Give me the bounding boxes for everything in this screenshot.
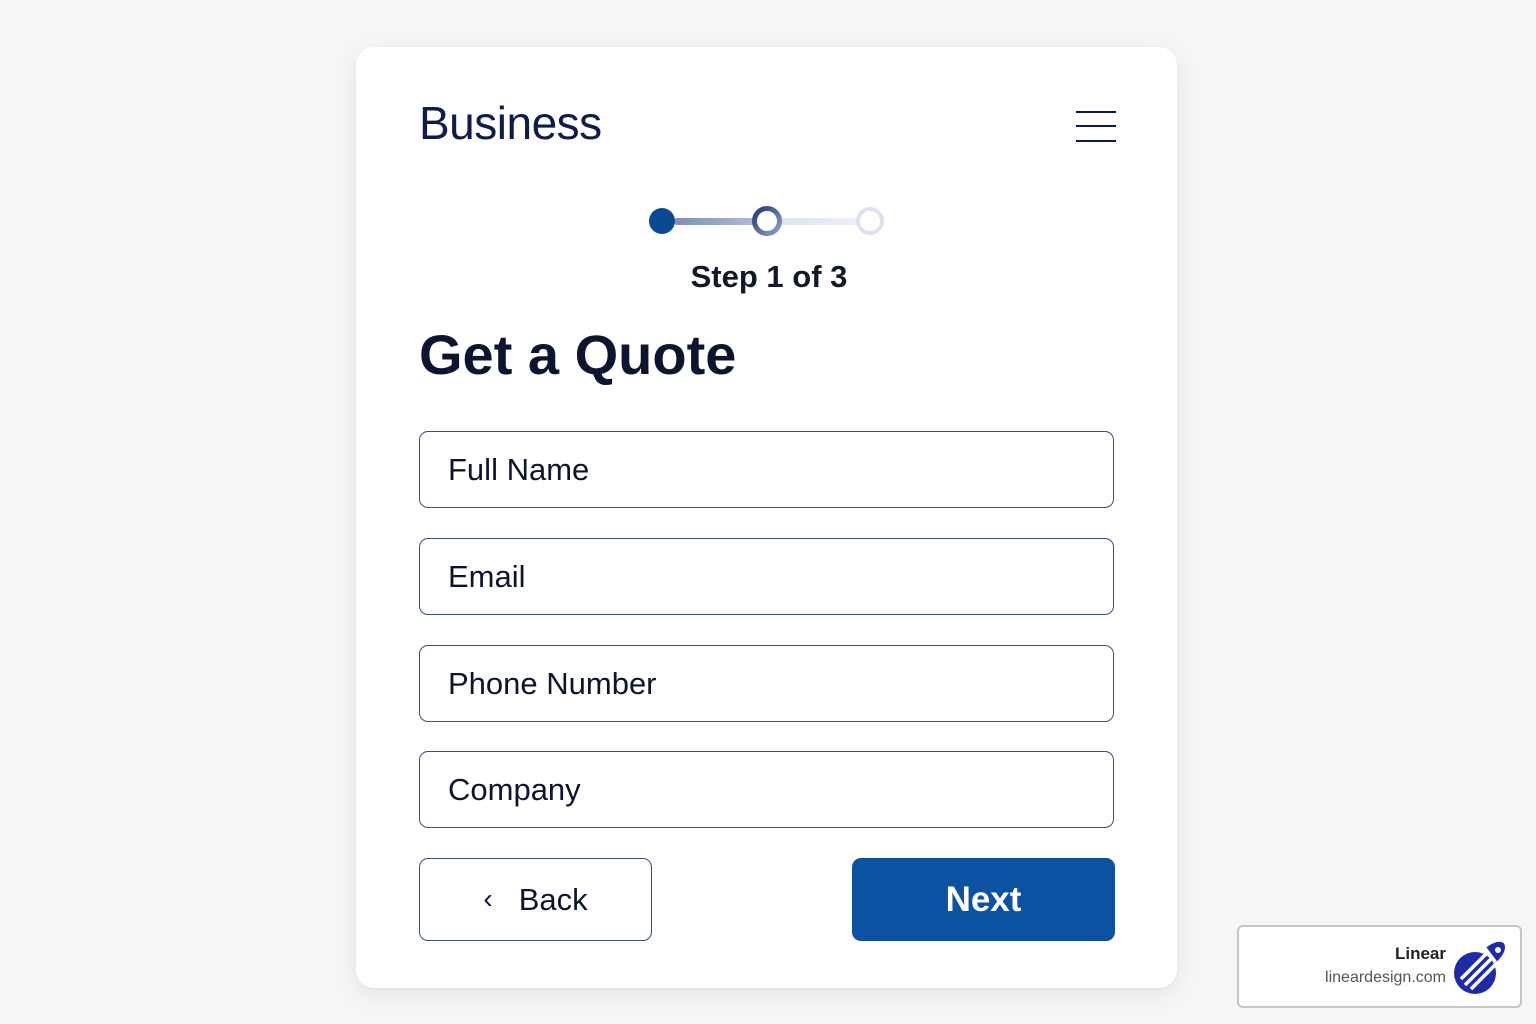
step-dot-1 bbox=[649, 208, 675, 234]
chevron-left-icon: ‹ bbox=[483, 882, 493, 914]
back-button[interactable]: ‹ Back bbox=[419, 858, 652, 941]
back-button-label: Back bbox=[518, 881, 588, 917]
next-button[interactable]: Next bbox=[852, 858, 1115, 941]
watermark-name: Linear bbox=[1394, 944, 1446, 963]
linear-logo-icon bbox=[1454, 939, 1507, 994]
company-input[interactable] bbox=[419, 751, 1114, 828]
phone-number-input[interactable] bbox=[419, 645, 1114, 722]
step-dot-3 bbox=[856, 207, 884, 235]
next-button-label: Next bbox=[945, 879, 1022, 919]
brand-logo-text[interactable]: Business bbox=[419, 94, 602, 152]
menu-button[interactable] bbox=[1074, 107, 1118, 147]
page-title: Get a Quote bbox=[419, 323, 737, 386]
step-label: Step 1 of 3 bbox=[690, 259, 848, 294]
email-input[interactable] bbox=[419, 538, 1114, 615]
quote-card: Business Step 1 of 3 Get a Quote Full Na… bbox=[356, 47, 1177, 988]
full-name-input[interactable] bbox=[419, 431, 1114, 508]
watermark-url: lineardesign.com bbox=[1325, 969, 1446, 986]
linear-watermark-badge[interactable]: Linear lineardesign.com bbox=[1237, 925, 1522, 1008]
step-progress-indicator bbox=[649, 206, 884, 236]
step-dot-2 bbox=[752, 206, 782, 236]
